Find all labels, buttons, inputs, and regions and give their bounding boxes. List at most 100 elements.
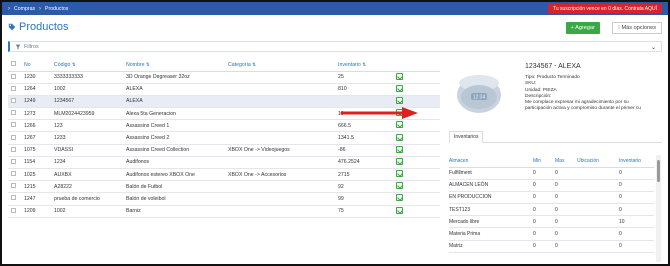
table-row[interactable]: 1025 AUXBX Audifonos estereo XBOX One XB…	[8, 168, 440, 182]
sort-icon: ⇅	[252, 61, 256, 67]
edit-icon[interactable]	[396, 194, 403, 202]
table-header-row: No Código ⇅ Nombre ⇅ Categoría ⇅ Inventa…	[8, 59, 440, 72]
column-header-no[interactable]: No	[24, 59, 54, 72]
table-row[interactable]: 1154 1234 Audifonos 476.2524	[8, 156, 440, 170]
chevron-down-icon[interactable]: ⌄	[651, 44, 656, 51]
cell-nombre: Barniz	[126, 205, 228, 218]
row-checkbox[interactable]	[11, 146, 16, 152]
cell-nombre: Assassins Creed 2	[126, 131, 228, 145]
add-button[interactable]: + Agregar	[565, 22, 600, 34]
table-row[interactable]: 1267 1233 Assassins Creed 2 1341.5	[8, 131, 440, 145]
inventory-scrollbar[interactable]	[656, 155, 661, 262]
filters-panel[interactable]: Filtros ⌄	[8, 41, 662, 52]
edit-icon[interactable]	[396, 145, 403, 153]
page-title-text: Productos	[19, 21, 69, 33]
row-checkbox[interactable]	[11, 158, 16, 164]
cell-nombre: 3D Orange Degreaser 32oz	[126, 71, 228, 84]
chevron-right-icon: ›	[39, 5, 42, 12]
breadcrumb: › Compras › Productos	[8, 6, 68, 12]
row-checkbox[interactable]	[11, 85, 16, 91]
row-checkbox[interactable]	[11, 207, 16, 213]
sort-icon: ⇅	[71, 61, 76, 67]
tab-inventarios[interactable]: Inventarios	[449, 131, 484, 143]
products-table: No Código ⇅ Nombre ⇅ Categoría ⇅ Inventa…	[8, 59, 440, 218]
page-header: Productos + Agregar ⁝ Más opciones	[8, 19, 662, 39]
cell-inventario: 810	[338, 83, 396, 96]
cell-codigo: MLM2024423959	[54, 107, 126, 121]
subscription-alert[interactable]: Tu suscripción vence en 0 días. Contrata…	[547, 4, 662, 13]
edit-icon[interactable]	[396, 72, 403, 80]
row-checkbox[interactable]	[11, 73, 16, 79]
table-row[interactable]: 1264 1002 ALEXA 810	[8, 83, 440, 96]
cell-categoria	[228, 180, 338, 194]
row-checkbox[interactable]	[11, 134, 16, 140]
cell-no: 1025	[24, 168, 54, 182]
cell-inventario: 2715	[338, 168, 396, 182]
column-header-categoria[interactable]: Categoría ⇅	[228, 59, 338, 72]
row-checkbox[interactable]	[11, 97, 16, 103]
edit-icon[interactable]	[396, 170, 403, 178]
cell-codigo: 1002	[54, 83, 126, 96]
cell-codigo: AUXBX	[54, 168, 126, 182]
table-row[interactable]: 1266 123 Assassins Creed 1 666.5	[8, 119, 440, 133]
column-header-inventario[interactable]: Inventario ⇅	[338, 59, 396, 72]
cell-no: 1230	[24, 71, 54, 84]
cell-nombre: Assassins Creed Collection	[126, 144, 228, 157]
more-options-button[interactable]: ⁝ Más opciones	[612, 22, 662, 34]
edit-icon[interactable]	[396, 133, 403, 141]
inventory-row: TEST123 0 0 0	[449, 203, 654, 217]
cell-codigo: 1234567	[54, 95, 126, 109]
edit-icon[interactable]	[396, 206, 403, 214]
detail-descripcion-line-2: participación activa y compromiso durant…	[525, 106, 641, 112]
row-checkbox[interactable]	[11, 195, 16, 201]
row-checkbox[interactable]	[11, 171, 16, 177]
detail-tabs: Inventarios	[449, 129, 662, 143]
cell-categoria	[228, 107, 338, 121]
edit-icon[interactable]	[396, 84, 403, 92]
cell-no: 1266	[24, 119, 54, 133]
cell-nombre: Balón de voleibol	[126, 192, 228, 206]
inventory-row: Mercado libre 0 0 10	[449, 215, 654, 229]
cell-inventario: -86	[338, 144, 396, 157]
inventory-table: Almacen Min Max Ubicación Inventario Ful…	[449, 155, 654, 253]
scrollbar-thumb[interactable]	[657, 160, 660, 182]
filters-label: Filtros	[24, 43, 39, 50]
column-header-codigo[interactable]: Código ⇅	[54, 59, 126, 72]
edit-icon[interactable]	[396, 121, 403, 129]
row-checkbox[interactable]	[11, 122, 16, 128]
edit-icon[interactable]	[396, 157, 403, 165]
table-row[interactable]: 1209 1002 Barniz 75	[8, 205, 440, 218]
row-checkbox[interactable]	[11, 110, 16, 116]
table-row[interactable]: 1230 3333333333 3D Orange Degreaser 32oz…	[8, 71, 440, 84]
sort-icon: ⇅	[362, 61, 366, 67]
inventory-row: Materia Prima 0 0 0	[449, 227, 654, 241]
cell-no: 1154	[24, 156, 54, 170]
select-all-checkbox[interactable]	[11, 61, 16, 67]
cell-inventario: 666.5	[338, 119, 396, 133]
inv-col-inventario: Inventario	[619, 155, 654, 168]
edit-icon[interactable]	[396, 182, 403, 190]
cell-codigo: 1234	[54, 156, 126, 170]
cell-codigo: 123	[54, 119, 126, 133]
column-header-actions	[396, 59, 440, 72]
breadcrumb-productos[interactable]: Productos	[45, 6, 68, 12]
cell-no: 1273	[24, 107, 54, 121]
cell-no: 1264	[24, 83, 54, 96]
cell-categoria	[228, 205, 338, 218]
sort-icon: ⇅	[145, 61, 150, 67]
table-row[interactable]: 1247 prueba de comercio Balón de voleibo…	[8, 192, 440, 206]
edit-icon[interactable]	[396, 96, 403, 104]
row-checkbox[interactable]	[11, 183, 16, 189]
cell-no: 1249	[24, 95, 54, 109]
svg-text:12:34: 12:34	[473, 95, 486, 101]
table-row[interactable]: 1215 A28222 Balón de Futbol 92	[8, 180, 440, 194]
cell-inventario: 476.2524	[338, 156, 396, 170]
cell-nombre: Balón de Futbol	[126, 180, 228, 194]
table-row[interactable]: 1075 VDASSI Assassins Creed Collection X…	[8, 144, 440, 157]
cell-no: 1215	[24, 180, 54, 194]
breadcrumb-compras[interactable]: Compras	[14, 6, 35, 12]
inventory-row: EN PRODUCCION 0 0 0	[449, 191, 654, 205]
cell-codigo: 1002	[54, 205, 126, 218]
column-header-nombre[interactable]: Nombre ⇅	[126, 59, 228, 72]
cell-inventario: 92	[338, 180, 396, 194]
